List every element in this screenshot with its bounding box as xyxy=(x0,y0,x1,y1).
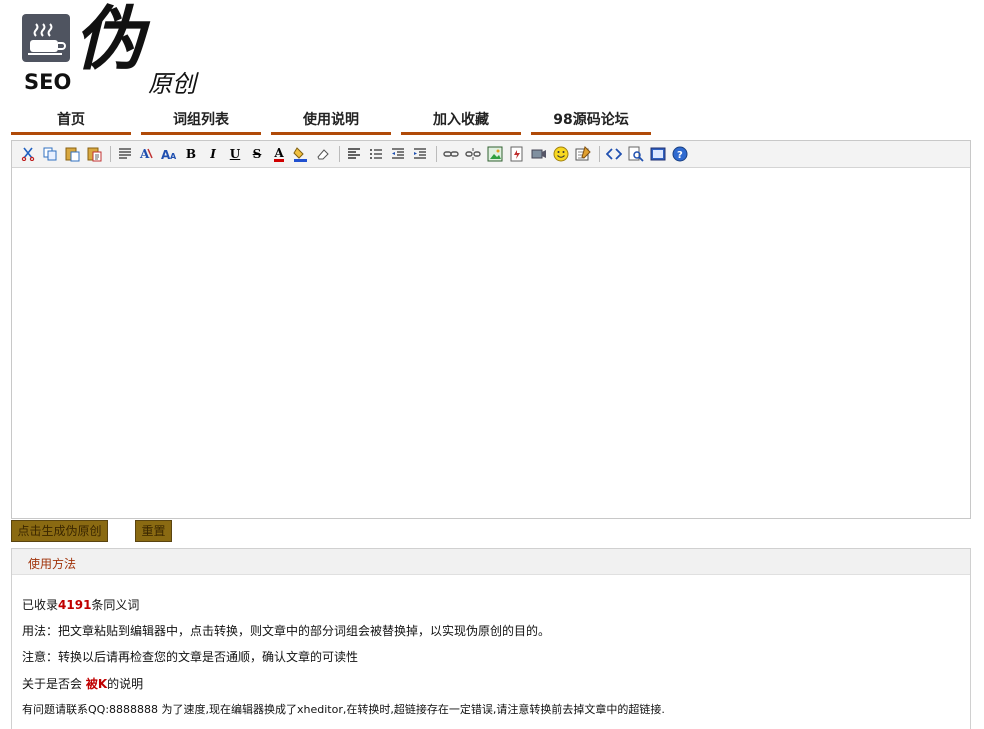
strikethrough-icon[interactable]: S xyxy=(247,144,267,164)
logo-sub-glyph: 原创 xyxy=(148,70,196,98)
cut-icon[interactable] xyxy=(18,144,38,164)
link-icon[interactable] xyxy=(441,144,461,164)
flash-icon[interactable] xyxy=(507,144,527,164)
logo-main-glyph: 伪 xyxy=(74,0,144,80)
source-icon[interactable] xyxy=(604,144,624,164)
k-strong-link[interactable]: 被K xyxy=(86,677,107,691)
font-color-icon[interactable]: A xyxy=(269,144,289,164)
editor-content-area[interactable] xyxy=(12,168,970,518)
copy-icon[interactable] xyxy=(40,144,60,164)
k-suffix: 的说明 xyxy=(107,677,144,691)
nav-tab-bookmark[interactable]: 加入收藏 xyxy=(401,108,521,135)
rich-text-editor: A AA B I U S A ? xyxy=(11,140,971,519)
font-family-icon[interactable]: A xyxy=(137,144,157,164)
nav-tab-forum[interactable]: 98源码论坛 xyxy=(531,108,651,135)
svg-text:?: ? xyxy=(677,150,683,161)
nav-tab-home[interactable]: 首页 xyxy=(11,108,131,135)
toolbar-separator xyxy=(436,146,437,162)
block-format-icon[interactable] xyxy=(115,144,135,164)
k-explanation-line: 关于是否会 被K的说明 xyxy=(22,675,143,692)
reset-button[interactable]: 重置 xyxy=(135,520,172,542)
contact-line: 有问题请联系QQ:8888888 为了速度,现在编辑器换成了xheditor,在… xyxy=(22,703,665,716)
toolbar-separator xyxy=(110,146,111,162)
background-color-icon[interactable] xyxy=(291,144,311,164)
usage-instructions-line: 用法：把文章粘贴到编辑器中，点击转换，则文章中的部分词组会被替换掉，以实现伪原创… xyxy=(22,624,551,638)
logo-seo-text: SEO xyxy=(24,70,72,94)
outdent-icon[interactable] xyxy=(388,144,408,164)
paste-icon[interactable] xyxy=(62,144,82,164)
image-icon[interactable] xyxy=(485,144,505,164)
preview-icon[interactable] xyxy=(626,144,646,164)
editor-toolbar: A AA B I U S A ? xyxy=(12,141,970,168)
remove-format-icon[interactable] xyxy=(313,144,333,164)
italic-icon[interactable]: I xyxy=(203,144,223,164)
count-suffix: 条同义词 xyxy=(91,598,140,612)
fullscreen-icon[interactable] xyxy=(648,144,668,164)
table-icon[interactable] xyxy=(573,144,593,164)
emoticon-icon[interactable] xyxy=(551,144,571,164)
bold-icon[interactable]: B xyxy=(181,144,201,164)
paste-text-icon[interactable] xyxy=(84,144,104,164)
font-color-label: A xyxy=(274,145,284,162)
coffee-cup-icon xyxy=(22,14,70,62)
indent-icon[interactable] xyxy=(410,144,430,164)
generate-button[interactable]: 点击生成伪原创 xyxy=(11,520,108,542)
unlink-icon[interactable] xyxy=(463,144,483,164)
usage-panel: 使用方法 已收录4191条同义词 用法：把文章粘贴到编辑器中，点击转换，则文章中… xyxy=(11,548,971,729)
font-size-icon[interactable]: AA xyxy=(159,144,179,164)
underline-icon[interactable]: U xyxy=(225,144,245,164)
media-icon[interactable] xyxy=(529,144,549,164)
list-icon[interactable] xyxy=(366,144,386,164)
toolbar-separator xyxy=(339,146,340,162)
k-prefix: 关于是否会 xyxy=(22,677,86,691)
svg-text:A: A xyxy=(170,152,177,161)
about-icon[interactable]: ? xyxy=(670,144,690,164)
site-logo: SEO 伪 原创 xyxy=(20,4,210,98)
note-line: 注意：转换以后请再检查您的文章是否通顺，确认文章的可读性 xyxy=(22,650,359,664)
count-prefix: 已收录 xyxy=(22,598,59,612)
toolbar-separator xyxy=(599,146,600,162)
align-icon[interactable] xyxy=(344,144,364,164)
synonym-count: 4191 xyxy=(58,598,92,612)
nav-tab-phrase-list[interactable]: 词组列表 xyxy=(141,108,261,135)
usage-title: 使用方法 xyxy=(12,549,970,575)
nav-tab-instructions[interactable]: 使用说明 xyxy=(271,108,391,135)
synonym-count-line: 已收录4191条同义词 xyxy=(22,596,139,613)
